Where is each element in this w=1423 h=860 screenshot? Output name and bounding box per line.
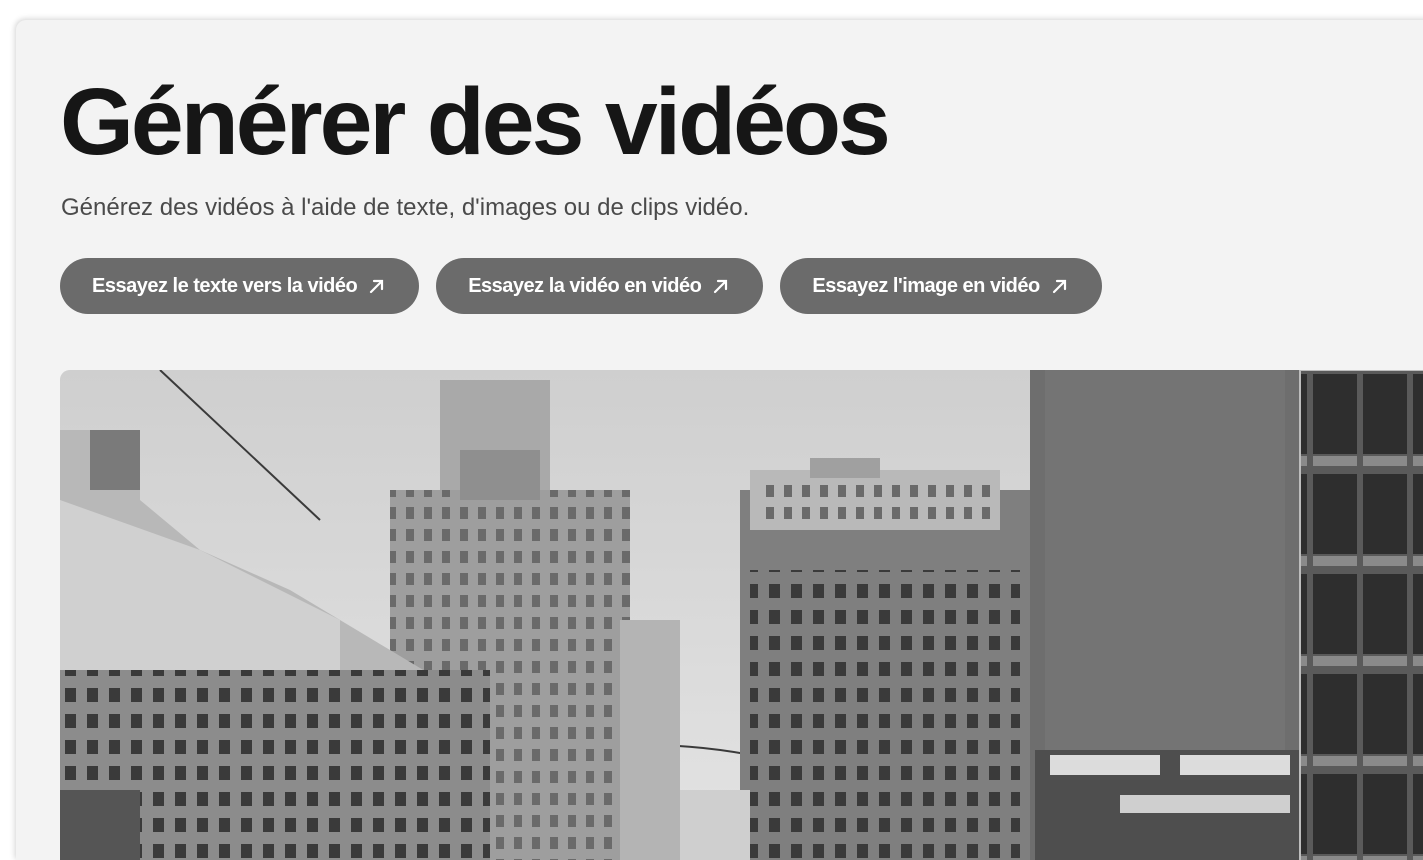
arrow-up-right-icon — [367, 276, 387, 296]
image-to-video-button[interactable]: Essayez l'image en vidéo — [780, 258, 1102, 314]
text-to-video-label: Essayez le texte vers la vidéo — [92, 274, 358, 297]
right-brick-building — [1030, 370, 1300, 860]
video-to-video-label: Essayez la vidéo en vidéo — [468, 274, 702, 297]
hero-image — [60, 370, 1423, 860]
page-card: Générer des vidéos Générez des vidéos à … — [16, 20, 1423, 860]
city-street-illustration — [60, 370, 1423, 860]
page-title: Générer des vidéos — [60, 69, 891, 175]
center-right-building — [740, 458, 1030, 860]
video-to-video-button[interactable]: Essayez la vidéo en vidéo — [436, 258, 764, 314]
arrow-up-right-icon — [1050, 276, 1070, 296]
glass-building — [1299, 370, 1423, 860]
page-subtitle: Générez des vidéos à l'aide de texte, d'… — [61, 194, 750, 221]
action-buttons: Essayez le texte vers la vidéo Essayez l… — [60, 258, 1102, 314]
arrow-up-right-icon — [711, 276, 731, 296]
text-to-video-button[interactable]: Essayez le texte vers la vidéo — [60, 258, 420, 314]
image-to-video-label: Essayez l'image en vidéo — [812, 274, 1040, 297]
